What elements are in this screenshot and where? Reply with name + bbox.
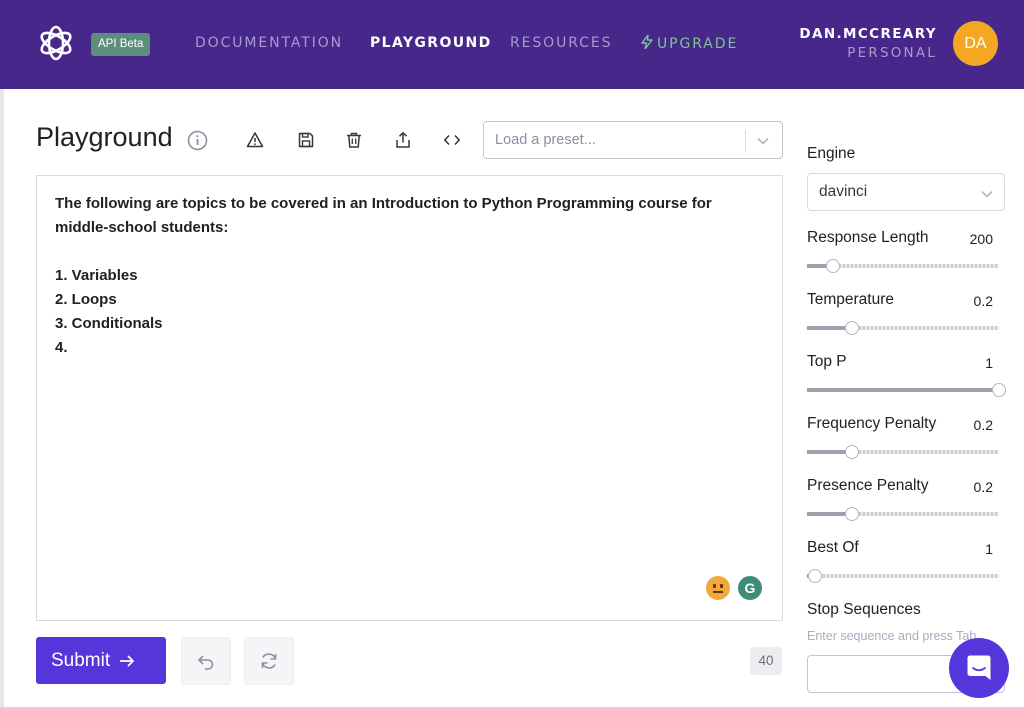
share-icon: [396, 132, 410, 148]
stop-sequences-hint: Enter sequence and press Tab: [807, 629, 977, 643]
slider-thumb[interactable]: [807, 569, 822, 583]
arrow-right-icon: [120, 654, 135, 667]
engine-select[interactable]: davinci: [807, 173, 1005, 211]
preset-separator: [745, 130, 746, 152]
response-length-slider[interactable]: [807, 259, 999, 273]
view-code-button[interactable]: [440, 128, 464, 152]
stop-sequences-label: Stop Sequences: [807, 601, 921, 618]
nav-documentation[interactable]: DOCUMENTATION: [195, 35, 343, 51]
code-icon: [444, 134, 460, 146]
user-menu[interactable]: DAN.MCCREARY PERSONAL: [799, 26, 937, 61]
warning-icon: [246, 132, 264, 148]
nav-playground[interactable]: PLAYGROUND: [370, 35, 492, 51]
submit-label: Submit: [51, 649, 111, 671]
response-length-label: Response Length: [807, 229, 929, 246]
neutral-face-icon[interactable]: [706, 576, 730, 600]
chevron-down-icon: [757, 137, 769, 145]
warning-button[interactable]: [243, 128, 267, 152]
save-icon: [298, 132, 314, 148]
lightning-icon: [641, 34, 653, 50]
share-button[interactable]: [391, 128, 415, 152]
user-name: DAN.MCCREARY: [799, 26, 937, 42]
submit-button[interactable]: Submit: [36, 637, 166, 684]
nav-upgrade-label: UPGRADE: [657, 36, 739, 52]
nav-resources[interactable]: RESOURCES: [510, 35, 612, 51]
token-count-badge: 40: [750, 647, 782, 675]
delete-button[interactable]: [342, 128, 366, 152]
prompt-editor[interactable]: The following are topics to be covered i…: [36, 175, 783, 621]
openai-logo-icon[interactable]: [36, 23, 76, 63]
engine-label: Engine: [807, 145, 856, 162]
prompt-text[interactable]: The following are topics to be covered i…: [55, 192, 755, 360]
response-length-value: 200: [969, 231, 993, 247]
top-p-value: 1: [985, 355, 993, 371]
user-org: PERSONAL: [847, 45, 937, 61]
preset-placeholder: Load a preset...: [495, 132, 596, 148]
frequency-penalty-value: 0.2: [973, 417, 993, 433]
chat-support-button[interactable]: [949, 638, 1009, 698]
slider-thumb[interactable]: [844, 445, 859, 459]
refresh-icon: [261, 653, 277, 669]
top-p-label: Top P: [807, 353, 847, 370]
best-of-value: 1: [985, 541, 993, 557]
left-edge-divider: [0, 89, 4, 707]
nav-upgrade[interactable]: UPGRADE: [641, 34, 739, 52]
engine-value: davinci: [819, 183, 868, 200]
regenerate-button[interactable]: [244, 637, 294, 685]
presence-penalty-slider[interactable]: [807, 507, 999, 521]
presence-penalty-label: Presence Penalty: [807, 477, 929, 494]
slider-thumb[interactable]: [844, 321, 859, 335]
temperature-label: Temperature: [807, 291, 895, 308]
slider-thumb[interactable]: [844, 507, 859, 521]
preset-select[interactable]: Load a preset...: [483, 121, 783, 159]
undo-icon: [198, 655, 214, 670]
frequency-penalty-slider[interactable]: [807, 445, 999, 459]
api-beta-badge: API Beta: [91, 33, 151, 56]
temperature-slider[interactable]: [807, 321, 999, 335]
top-p-slider[interactable]: [807, 383, 1006, 397]
chat-icon: [967, 655, 991, 680]
frequency-penalty-label: Frequency Penalty: [807, 415, 937, 432]
avatar[interactable]: DA: [953, 21, 998, 66]
page-title: Playground: [36, 122, 173, 152]
best-of-slider[interactable]: [807, 569, 999, 583]
info-icon[interactable]: [187, 130, 208, 151]
temperature-value: 0.2: [973, 293, 993, 309]
trash-icon: [347, 132, 361, 148]
save-button[interactable]: [294, 128, 318, 152]
slider-thumb[interactable]: [992, 383, 1006, 397]
undo-button[interactable]: [181, 637, 231, 685]
slider-thumb[interactable]: [826, 259, 841, 273]
best-of-label: Best Of: [807, 539, 859, 556]
chevron-down-icon: [981, 190, 993, 198]
top-nav: API Beta DOCUMENTATION PLAYGROUND RESOUR…: [0, 0, 1024, 89]
grammarly-icon[interactable]: G: [738, 576, 762, 600]
presence-penalty-value: 0.2: [973, 479, 993, 495]
